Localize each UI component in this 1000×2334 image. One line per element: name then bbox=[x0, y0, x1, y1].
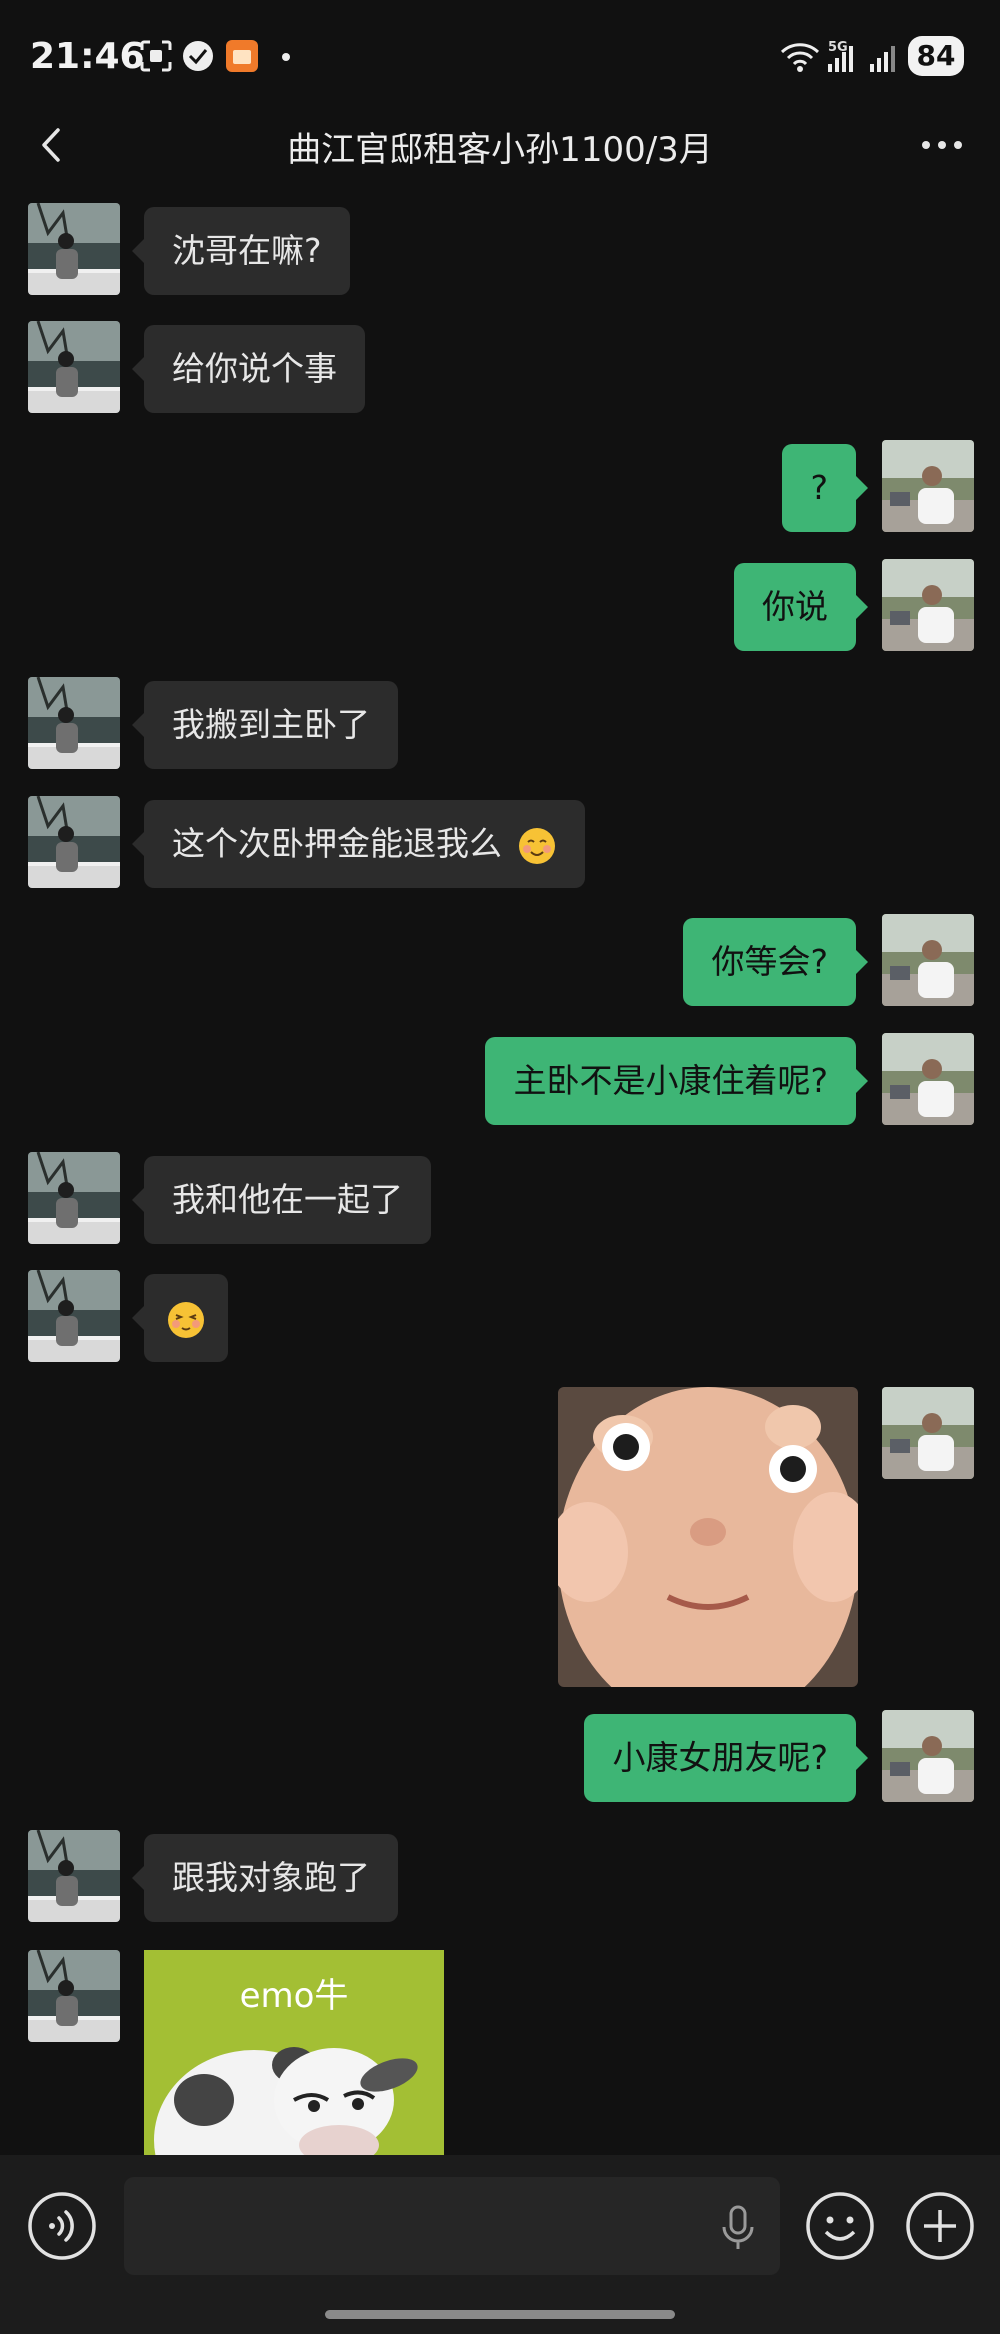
shy-face-emoji bbox=[168, 1301, 204, 1338]
home-indicator[interactable] bbox=[325, 2310, 675, 2319]
avatar[interactable] bbox=[882, 1387, 974, 1479]
mic-icon[interactable] bbox=[718, 2205, 758, 2251]
input-bar bbox=[0, 2155, 1000, 2334]
emo-cow-sticker[interactable]: emo牛 bbox=[144, 1950, 444, 2155]
message-bubble[interactable]: 给你说个事 bbox=[132, 325, 365, 413]
avatar[interactable] bbox=[28, 1830, 120, 1922]
message-row: 主卧不是小康住着呢? bbox=[0, 1033, 1000, 1133]
avatar[interactable] bbox=[28, 1270, 120, 1362]
avatar[interactable] bbox=[28, 321, 120, 413]
avatar[interactable] bbox=[28, 1152, 120, 1244]
message-bubble[interactable]: 我搬到主卧了 bbox=[132, 681, 398, 769]
avatar[interactable] bbox=[882, 1710, 974, 1802]
plus-icon[interactable] bbox=[904, 2190, 976, 2262]
message-bubble[interactable] bbox=[132, 1274, 228, 1362]
message-bubble[interactable]: 这个次卧押金能退我么 bbox=[132, 800, 585, 888]
avatar[interactable] bbox=[28, 203, 120, 295]
message-bubble[interactable]: 主卧不是小康住着呢? bbox=[485, 1037, 868, 1125]
message-text: 这个次卧押金能退我么 bbox=[172, 824, 502, 863]
message-row: 我搬到主卧了 bbox=[0, 677, 1000, 777]
message-row: 小康女朋友呢? bbox=[0, 1710, 1000, 1810]
message-row: 给你说个事 bbox=[0, 321, 1000, 421]
signal-icon-2 bbox=[870, 46, 895, 72]
dot-icon bbox=[282, 53, 290, 61]
message-bubble[interactable]: 你说 bbox=[734, 563, 868, 651]
message-row: 沈哥在嘛? bbox=[0, 203, 1000, 303]
sticker-caption: emo牛 bbox=[239, 1976, 349, 2016]
avatar[interactable] bbox=[28, 677, 120, 769]
message-bubble[interactable]: ? bbox=[782, 444, 868, 532]
message-bubble[interactable]: 跟我对象跑了 bbox=[132, 1834, 398, 1922]
app-notification-icon bbox=[226, 40, 258, 72]
message-bubble[interactable]: 小康女朋友呢? bbox=[584, 1714, 868, 1802]
avatar[interactable] bbox=[28, 796, 120, 888]
message-bubble[interactable]: 沈哥在嘛? bbox=[132, 207, 350, 295]
baby-face-sticker[interactable] bbox=[558, 1387, 858, 1687]
chat-header: 曲江官邸租客小孙1100/3月 bbox=[0, 110, 1000, 180]
chat-title: 曲江官邸租客小孙1100/3月 bbox=[287, 130, 713, 170]
avatar[interactable] bbox=[28, 1950, 120, 2042]
message-row: 你说 bbox=[0, 559, 1000, 659]
status-time: 21:46 bbox=[30, 36, 145, 77]
smiling-face-emoji bbox=[518, 827, 555, 864]
avatar[interactable] bbox=[882, 914, 974, 1006]
message-input[interactable] bbox=[124, 2177, 780, 2275]
status-bar: 21:46 5G 84 bbox=[0, 0, 1000, 115]
message-row: 跟我对象跑了 bbox=[0, 1830, 1000, 1930]
message-bubble[interactable]: 我和他在一起了 bbox=[132, 1156, 431, 1244]
avatar[interactable] bbox=[882, 440, 974, 532]
message-row bbox=[0, 1270, 1000, 1370]
emoji-icon[interactable] bbox=[804, 2190, 876, 2262]
message-row: 这个次卧押金能退我么 bbox=[0, 796, 1000, 896]
more-icon[interactable] bbox=[912, 120, 972, 170]
battery-level: 84 bbox=[908, 36, 964, 76]
avatar[interactable] bbox=[882, 559, 974, 651]
avatar[interactable] bbox=[882, 1033, 974, 1125]
voice-icon[interactable] bbox=[26, 2190, 98, 2262]
message-row: 你等会? bbox=[0, 914, 1000, 1014]
message-row: ? bbox=[0, 440, 1000, 540]
scan-icon bbox=[140, 40, 172, 72]
message-row: 我和他在一起了 bbox=[0, 1152, 1000, 1252]
message-bubble[interactable]: 你等会? bbox=[683, 918, 868, 1006]
wifi-icon bbox=[780, 43, 820, 72]
chat-message-list[interactable]: 沈哥在嘛? 给你说个事 ? 你说 我搬到主卧了 这个次卧押金能退我么 你等会? bbox=[0, 190, 1000, 2155]
signal-icon bbox=[828, 46, 853, 72]
check-badge-icon bbox=[183, 41, 213, 71]
